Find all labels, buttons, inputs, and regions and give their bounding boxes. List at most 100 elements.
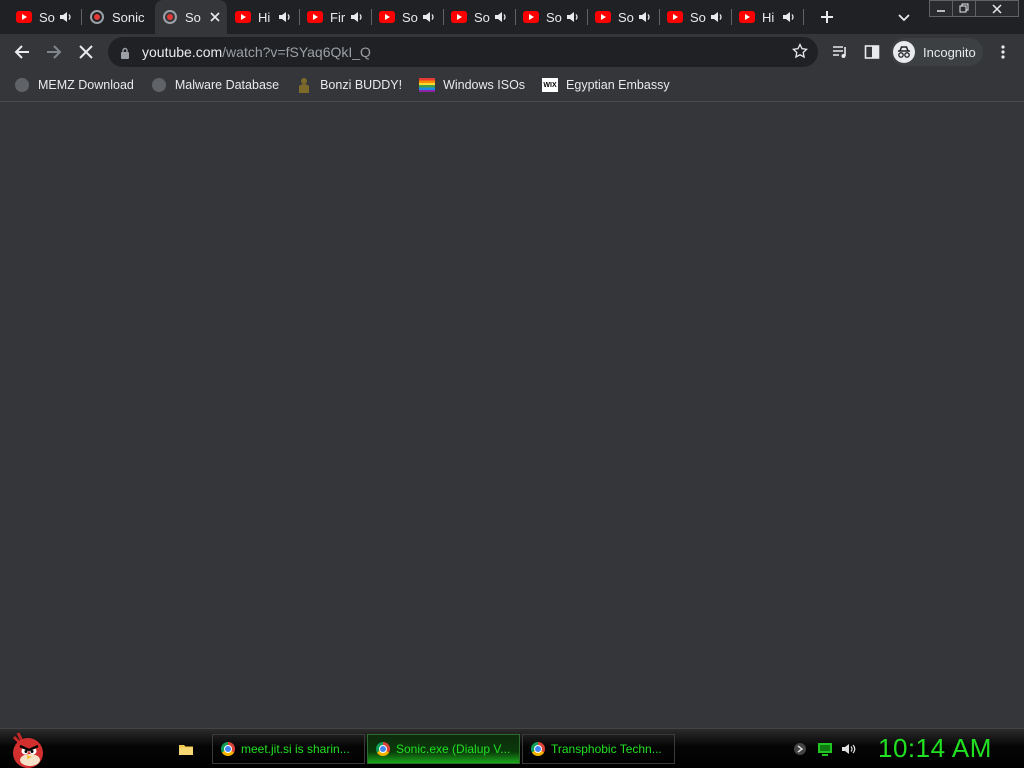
- youtube-icon: [451, 9, 467, 25]
- bookmark-label: MEMZ Download: [38, 78, 134, 92]
- bookmark-label: Malware Database: [174, 78, 280, 92]
- tab[interactable]: Hi: [228, 0, 300, 34]
- tab[interactable]: So: [10, 0, 82, 34]
- lock-icon[interactable]: [120, 46, 130, 64]
- incognito-profile-button[interactable]: Incognito: [891, 38, 983, 66]
- forward-button[interactable]: [44, 42, 64, 62]
- incognito-label: Incognito: [923, 44, 976, 60]
- youtube-icon: [667, 9, 683, 25]
- chrome-icon: [531, 742, 545, 756]
- url-path: /watch?v=fSYaq6QkI_Q: [222, 44, 371, 60]
- tab-title: Hi: [258, 9, 271, 25]
- incognito-icon: [893, 41, 915, 63]
- taskbar-item-active[interactable]: Sonic.exe (Dialup V...: [367, 734, 520, 764]
- media-control-icon[interactable]: [830, 42, 850, 62]
- tray-app-icon[interactable]: [792, 741, 808, 757]
- chevron-down-icon[interactable]: [896, 9, 912, 25]
- tab-title: So: [185, 9, 201, 25]
- tab[interactable]: So: [444, 0, 516, 34]
- bookmark-label: Bonzi BUDDY!: [320, 78, 403, 92]
- toolbar: youtube.com/watch?v=fSYaq6QkI_Q Incognit…: [0, 34, 1024, 70]
- speaker-icon[interactable]: [59, 10, 73, 24]
- speaker-icon[interactable]: [566, 10, 580, 24]
- tab-strip: So Sonic. So Hi Fir So: [0, 0, 1024, 34]
- speaker-icon[interactable]: [782, 10, 796, 24]
- speaker-icon[interactable]: [422, 10, 436, 24]
- stop-loading-button[interactable]: [76, 42, 96, 62]
- bonzi-icon: [296, 77, 312, 93]
- youtube-icon: [235, 9, 251, 25]
- taskbar-item-label: Sonic.exe (Dialup V...: [396, 742, 511, 756]
- youtube-icon: [379, 9, 395, 25]
- volume-icon[interactable]: [841, 741, 857, 757]
- globe-icon: [14, 77, 30, 93]
- tab-title: Hi: [762, 9, 775, 25]
- tab[interactable]: Hi: [732, 0, 804, 34]
- page-content[interactable]: [0, 102, 1024, 727]
- taskbar-item[interactable]: meet.jit.si is sharin...: [212, 734, 365, 764]
- tab-title: So: [39, 9, 55, 25]
- restore-button[interactable]: [952, 0, 976, 17]
- tab-active[interactable]: So: [155, 0, 227, 34]
- bookmark-star-icon[interactable]: [791, 42, 809, 64]
- angry-bird-icon: [12, 732, 43, 768]
- bookmark-item[interactable]: Malware Database: [151, 77, 279, 93]
- recording-icon: [89, 9, 105, 25]
- tab-title: So: [474, 9, 490, 25]
- speaker-icon[interactable]: [494, 10, 508, 24]
- folder-icon[interactable]: [178, 741, 194, 757]
- youtube-icon: [739, 9, 755, 25]
- tab-title: Sonic.: [112, 9, 144, 25]
- rainbow-flag-icon: [419, 77, 436, 93]
- chrome-icon: [376, 742, 390, 756]
- tab-title: So: [402, 9, 418, 25]
- bookmark-label: Windows ISOs: [443, 78, 526, 92]
- taskbar-item[interactable]: Transphobic Techn...: [522, 734, 675, 764]
- new-tab-button[interactable]: [818, 8, 836, 26]
- youtube-icon: [16, 9, 32, 25]
- recording-icon: [162, 9, 178, 25]
- url-text[interactable]: youtube.com/watch?v=fSYaq6QkI_Q: [142, 44, 371, 60]
- url-host: youtube.com: [142, 44, 223, 60]
- system-clock[interactable]: 10:14 AM: [878, 733, 992, 764]
- youtube-icon: [523, 9, 539, 25]
- chrome-icon: [221, 742, 235, 756]
- taskbar: meet.jit.si is sharin... Sonic.exe (Dial…: [0, 728, 1024, 768]
- minimize-button[interactable]: [929, 0, 953, 17]
- speaker-icon[interactable]: [278, 10, 292, 24]
- tab[interactable]: So: [588, 0, 660, 34]
- taskbar-item-label: meet.jit.si is sharin...: [241, 742, 350, 756]
- address-bar[interactable]: youtube.com/watch?v=fSYaq6QkI_Q: [108, 37, 818, 67]
- wix-icon: WIX: [542, 77, 559, 93]
- speaker-icon[interactable]: [350, 10, 364, 24]
- bookmark-item[interactable]: MEMZ Download: [14, 77, 134, 93]
- tab[interactable]: So: [372, 0, 444, 34]
- bookmark-item[interactable]: WIX Egyptian Embassy: [542, 77, 670, 93]
- desktop-screen: So Sonic. So Hi Fir So: [0, 0, 1024, 768]
- bookmark-item[interactable]: Windows ISOs: [419, 77, 525, 93]
- side-panel-icon[interactable]: [862, 42, 882, 62]
- start-button[interactable]: [8, 729, 46, 768]
- tab[interactable]: Fir: [300, 0, 372, 34]
- taskbar-item-label: Transphobic Techn...: [551, 742, 662, 756]
- network-icon[interactable]: [817, 741, 833, 757]
- back-button[interactable]: [12, 42, 32, 62]
- globe-icon: [151, 77, 167, 93]
- kebab-menu-icon[interactable]: [993, 42, 1013, 62]
- tab[interactable]: So: [660, 0, 732, 34]
- tab-title: So: [690, 9, 706, 25]
- tab-title: So: [546, 9, 562, 25]
- close-icon[interactable]: [209, 10, 223, 24]
- tab-title: So: [618, 9, 634, 25]
- speaker-icon[interactable]: [710, 10, 724, 24]
- tab[interactable]: So: [516, 0, 588, 34]
- tab-title: Fir: [330, 9, 346, 25]
- bookmarks-bar: MEMZ Download Malware Database Bonzi BUD…: [0, 70, 1024, 100]
- close-window-button[interactable]: [975, 0, 1019, 17]
- youtube-icon: [595, 9, 611, 25]
- bookmark-label: Egyptian Embassy: [566, 78, 670, 92]
- bookmark-item[interactable]: Bonzi BUDDY!: [296, 77, 402, 93]
- youtube-icon: [307, 9, 323, 25]
- tab[interactable]: Sonic.: [82, 0, 154, 34]
- speaker-icon[interactable]: [638, 10, 652, 24]
